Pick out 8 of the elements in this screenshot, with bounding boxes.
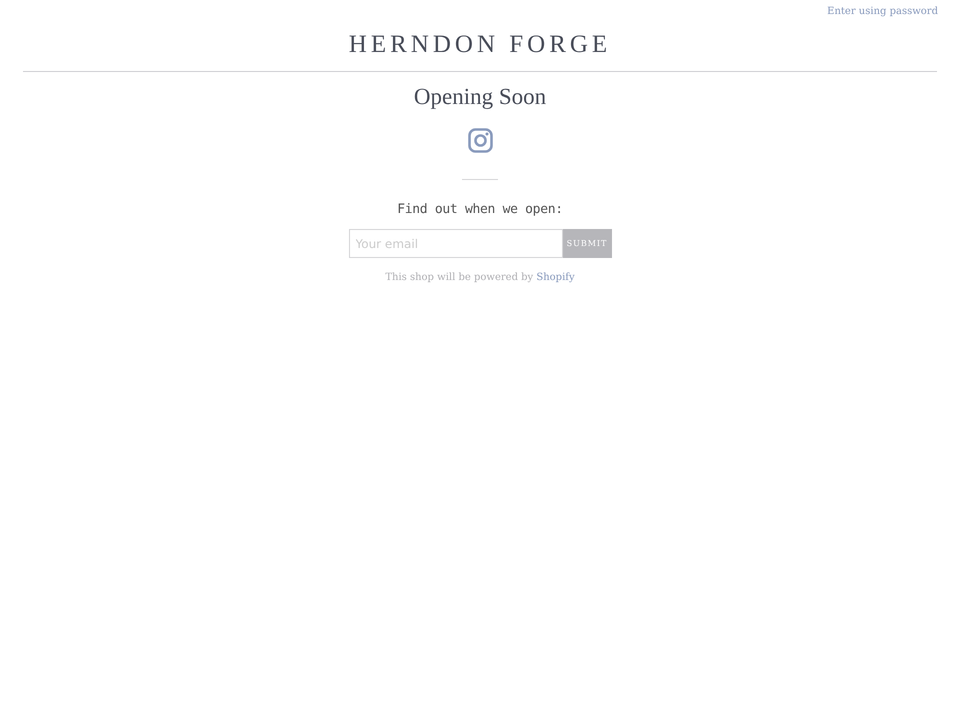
powered-by-text: This shop will be powered by Shopify bbox=[385, 272, 575, 283]
submit-button[interactable]: SUBMIT bbox=[562, 229, 612, 258]
page-heading: Opening Soon bbox=[414, 84, 546, 110]
signup-label: Find out when we open: bbox=[397, 202, 563, 217]
shopify-link[interactable]: Shopify bbox=[536, 272, 575, 283]
password-link[interactable]: Enter using password bbox=[827, 6, 938, 17]
store-logo[interactable]: HERNDON FORGE bbox=[348, 31, 612, 59]
instagram-icon[interactable] bbox=[468, 128, 492, 153]
